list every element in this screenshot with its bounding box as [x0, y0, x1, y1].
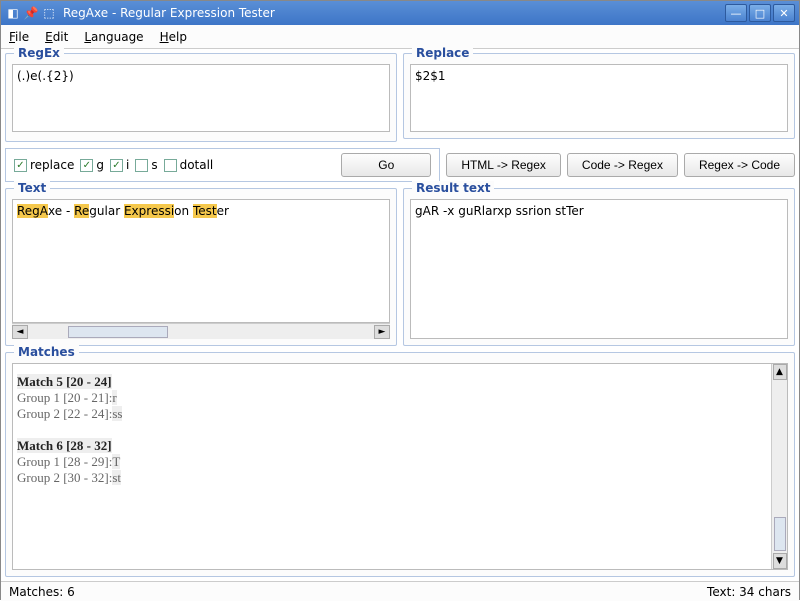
scroll-right-icon[interactable]: ►	[374, 325, 390, 339]
menu-language[interactable]: Language	[84, 30, 143, 44]
window-title: RegAxe - Regular Expression Tester	[63, 6, 725, 20]
minimize-button[interactable]: —	[725, 4, 747, 22]
scroll-up-icon[interactable]: ▲	[773, 364, 787, 380]
g-checkbox-label: g	[96, 158, 104, 172]
match-header: Match 6 [28 - 32]	[17, 438, 112, 453]
menu-help[interactable]: Help	[160, 30, 187, 44]
statusbar: Matches: 6 Text: 34 chars	[1, 581, 799, 601]
matches-panel-title: Matches	[14, 345, 79, 359]
scroll-thumb[interactable]	[68, 326, 168, 338]
text-input[interactable]: RegAxe - Regular Expression Tester	[12, 199, 390, 323]
replace-checkbox-label: replace	[30, 158, 74, 172]
match-group-value: st	[112, 470, 121, 485]
menu-file[interactable]: File	[9, 30, 29, 44]
text-match-seg: Re	[74, 204, 89, 218]
i-checkbox-label: i	[126, 158, 129, 172]
go-button[interactable]: Go	[341, 153, 431, 177]
match-group-label: Group 2 [30 - 32]:	[17, 470, 112, 485]
result-panel: Result text gAR -x guRlarxp ssrion stTer	[403, 188, 795, 346]
match-group-value: T	[112, 454, 120, 469]
text-match-seg: RegA	[17, 204, 48, 218]
match-group-label: Group 1 [20 - 21]:	[17, 390, 112, 405]
scroll-down-icon[interactable]: ▼	[773, 553, 787, 569]
regex-panel-title: RegEx	[14, 46, 64, 60]
i-checkbox[interactable]	[110, 159, 123, 172]
maximize-button[interactable]: □	[749, 4, 771, 22]
dotall-checkbox[interactable]	[164, 159, 177, 172]
text-seg: gular	[89, 204, 124, 218]
match-group-value: r	[112, 390, 116, 405]
match-header: Match 5 [20 - 24]	[17, 374, 112, 389]
result-output[interactable]: gAR -x guRlarxp ssrion stTer	[410, 199, 788, 339]
replace-checkbox[interactable]	[14, 159, 27, 172]
regex-input[interactable]	[12, 64, 390, 132]
status-text-length: Text: 34 chars	[707, 585, 791, 599]
match-group-label: Group 2 [22 - 24]:	[17, 406, 112, 421]
match-group-label: Group 1 [28 - 29]:	[17, 454, 112, 469]
html-to-regex-button[interactable]: HTML -> Regex	[446, 153, 561, 177]
text-panel-title: Text	[14, 181, 50, 195]
s-checkbox-label: s	[151, 158, 157, 172]
matches-panel: Matches Match 5 [20 - 24] Group 1 [20 - …	[5, 352, 795, 577]
text-seg: er	[217, 204, 229, 218]
matches-v-scrollbar[interactable]: ▲ ▼	[771, 364, 787, 569]
menu-edit[interactable]: Edit	[45, 30, 68, 44]
replace-input[interactable]: $2$1	[410, 64, 788, 132]
menubar: File Edit Language Help	[1, 25, 799, 49]
text-panel: Text RegAxe - Regular Expression Tester …	[5, 188, 397, 346]
s-checkbox[interactable]	[135, 159, 148, 172]
g-checkbox[interactable]	[80, 159, 93, 172]
close-button[interactable]: ✕	[773, 4, 795, 22]
pin-icon[interactable]: 📌	[23, 5, 39, 21]
text-seg: on	[174, 204, 193, 218]
scroll-left-icon[interactable]: ◄	[12, 325, 28, 339]
replace-panel-title: Replace	[412, 46, 473, 60]
code-to-regex-button[interactable]: Code -> Regex	[567, 153, 678, 177]
titlebar: ◧ 📌 ⬚ RegAxe - Regular Expression Tester…	[1, 1, 799, 25]
options-bar: replace g i s dotall Go	[5, 148, 440, 182]
text-match-seg: Test	[193, 204, 217, 218]
app-menu-icon[interactable]: ◧	[5, 5, 21, 21]
regex-to-code-button[interactable]: Regex -> Code	[684, 153, 795, 177]
result-panel-title: Result text	[412, 181, 494, 195]
match-group-value: ss	[112, 406, 122, 421]
replace-panel: Replace $2$1	[403, 53, 795, 139]
dotall-checkbox-label: dotall	[180, 158, 214, 172]
regex-panel: RegEx	[5, 53, 397, 142]
text-h-scrollbar[interactable]: ◄ ►	[12, 323, 390, 339]
text-match-seg: Expressi	[124, 204, 174, 218]
scroll-thumb-v[interactable]	[774, 517, 786, 551]
status-matches: Matches: 6	[9, 585, 75, 599]
app-icon: ⬚	[41, 5, 57, 21]
text-seg: xe -	[48, 204, 70, 218]
matches-list[interactable]: Match 5 [20 - 24] Group 1 [20 - 21]:r Gr…	[13, 364, 771, 569]
